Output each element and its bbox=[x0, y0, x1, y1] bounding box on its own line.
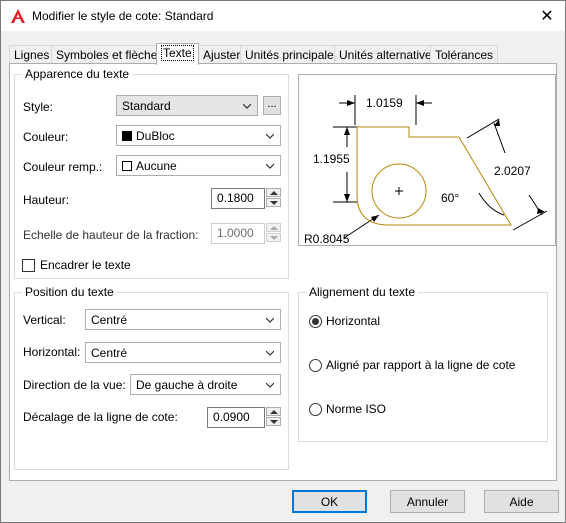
vertical-value: Centré bbox=[91, 312, 128, 327]
dimension-preview: 1.0159 1.1955 2.0207 60° R0.8045 bbox=[298, 74, 556, 246]
view-direction-value: De gauche à droite bbox=[136, 377, 238, 392]
fill-swatch bbox=[122, 160, 132, 171]
browse-button[interactable]: ... bbox=[263, 96, 281, 115]
style-dropdown[interactable]: Standard bbox=[116, 95, 258, 116]
autocad-logo-icon bbox=[11, 9, 25, 23]
stepper-up bbox=[266, 223, 281, 232]
chevron-down-icon bbox=[266, 163, 274, 169]
align-dimline-radio[interactable] bbox=[309, 359, 322, 372]
tab-label: Unités alternatives bbox=[339, 48, 438, 62]
align-horizontal-radio[interactable] bbox=[309, 315, 322, 328]
chevron-down-icon bbox=[266, 382, 274, 388]
dimline-offset-input[interactable]: 0.0900 bbox=[207, 407, 265, 428]
fill-color-label: Couleur remp.: bbox=[23, 160, 103, 174]
window-title: Modifier le style de cote: Standard bbox=[32, 9, 214, 23]
help-label: Aide bbox=[509, 494, 534, 509]
preview-drawing: 1.0159 1.1955 2.0207 60° R0.8045 bbox=[304, 95, 548, 246]
frame-text-checkbox[interactable] bbox=[22, 259, 35, 272]
group-title: Position du texte bbox=[22, 285, 117, 299]
stepper-down[interactable] bbox=[266, 417, 281, 426]
dim-radius-text: R0.8045 bbox=[304, 232, 350, 245]
style-label: Style: bbox=[23, 100, 54, 114]
chevron-up-icon bbox=[270, 191, 278, 195]
dimline-offset-label: Décalage de la ligne de cote: bbox=[23, 410, 178, 424]
tab-texte[interactable]: Texte bbox=[156, 43, 199, 65]
dim-top-text: 1.0159 bbox=[366, 96, 403, 110]
tab-label: Unités principales bbox=[245, 48, 340, 62]
dimline-offset-stepper[interactable] bbox=[266, 407, 283, 428]
tab-unites-principales[interactable]: Unités principales bbox=[240, 45, 345, 64]
horizontal-label: Horizontal: bbox=[23, 345, 81, 359]
color-label: Couleur: bbox=[23, 130, 69, 144]
vertical-label: Vertical: bbox=[23, 313, 66, 327]
tab-label: Tolérances bbox=[435, 48, 494, 62]
chevron-down-icon bbox=[266, 317, 274, 323]
align-dimline-label: Aligné par rapport à la ligne de cote bbox=[326, 358, 516, 372]
close-button[interactable]: ✕ bbox=[529, 1, 565, 31]
chevron-down-icon bbox=[266, 350, 274, 356]
dim-left-text: 1.1955 bbox=[313, 152, 350, 166]
stepper-up[interactable] bbox=[266, 407, 281, 416]
color-dropdown[interactable]: DuBloc bbox=[116, 125, 281, 146]
tab-ajuster[interactable]: Ajuster bbox=[198, 45, 246, 64]
ok-label: OK bbox=[320, 494, 339, 509]
horizontal-value: Centré bbox=[91, 345, 128, 360]
chevron-down-icon bbox=[270, 420, 278, 424]
group-title: Apparence du texte bbox=[22, 67, 133, 81]
chevron-down-icon bbox=[266, 133, 274, 139]
texte-tab-panel: Apparence du texte Style: Standard ... C… bbox=[9, 63, 557, 481]
tab-label: Lignes bbox=[14, 48, 50, 62]
fraction-scale-label: Echelle de hauteur de la fraction: bbox=[23, 228, 199, 242]
style-value: Standard bbox=[122, 98, 171, 113]
browse-label: ... bbox=[267, 98, 277, 110]
tab-unites-alternatives[interactable]: Unités alternatives bbox=[334, 45, 443, 64]
color-value: DuBloc bbox=[136, 128, 175, 143]
chevron-down-icon bbox=[243, 103, 251, 109]
dim-angle-text: 60° bbox=[441, 191, 459, 205]
frame-text-label: Encadrer le texte bbox=[40, 258, 131, 272]
help-button[interactable]: Aide bbox=[484, 490, 559, 513]
stepper-up[interactable] bbox=[266, 188, 281, 197]
fill-color-dropdown[interactable]: Aucune bbox=[116, 155, 281, 176]
cancel-label: Annuler bbox=[406, 494, 449, 509]
dim-right-text: 2.0207 bbox=[494, 164, 531, 178]
group-title: Alignement du texte bbox=[306, 285, 419, 299]
close-icon: ✕ bbox=[540, 8, 554, 25]
ok-button[interactable]: OK bbox=[292, 490, 367, 513]
view-direction-dropdown[interactable]: De gauche à droite bbox=[130, 374, 281, 395]
text-alignment-group: Alignement du texte Horizontal Aligné pa… bbox=[298, 285, 548, 442]
chevron-down-icon bbox=[270, 201, 278, 205]
align-iso-label: Norme ISO bbox=[326, 402, 387, 416]
tab-tolerances[interactable]: Tolérances bbox=[430, 45, 499, 64]
cancel-button[interactable]: Annuler bbox=[390, 490, 465, 513]
text-height-label: Hauteur: bbox=[23, 193, 70, 207]
tab-label: Symboles et flèches bbox=[56, 48, 164, 62]
dimension-style-dialog: Modifier le style de cote: Standard ✕ Li… bbox=[0, 0, 566, 523]
fill-color-value: Aucune bbox=[136, 158, 177, 173]
title-bar: Modifier le style de cote: Standard ✕ bbox=[1, 1, 565, 31]
vertical-dropdown[interactable]: Centré bbox=[85, 309, 281, 330]
text-appearance-group: Apparence du texte Style: Standard ... C… bbox=[14, 67, 289, 279]
text-height-stepper[interactable] bbox=[266, 188, 283, 209]
align-iso-radio[interactable] bbox=[309, 403, 322, 416]
text-height-input[interactable]: 0.1800 bbox=[211, 188, 265, 209]
chevron-up-icon bbox=[270, 410, 278, 414]
tab-label: Texte bbox=[161, 45, 194, 61]
fraction-scale-input: 1.0000 bbox=[211, 223, 265, 244]
chevron-up-icon bbox=[270, 226, 278, 230]
tab-label: Ajuster bbox=[203, 48, 241, 62]
fraction-scale-stepper bbox=[266, 223, 283, 244]
text-position-group: Position du texte Vertical: Centré Horiz… bbox=[14, 285, 289, 470]
align-horizontal-label: Horizontal bbox=[326, 314, 381, 328]
chevron-down-icon bbox=[270, 236, 278, 240]
stepper-down[interactable] bbox=[266, 198, 281, 207]
horizontal-dropdown[interactable]: Centré bbox=[85, 342, 281, 363]
stepper-down bbox=[266, 233, 281, 242]
view-direction-label: Direction de la vue: bbox=[23, 378, 126, 392]
tab-symboles-fleches[interactable]: Symboles et flèches bbox=[51, 45, 169, 64]
tab-lignes[interactable]: Lignes bbox=[9, 45, 55, 64]
color-swatch bbox=[122, 130, 132, 141]
